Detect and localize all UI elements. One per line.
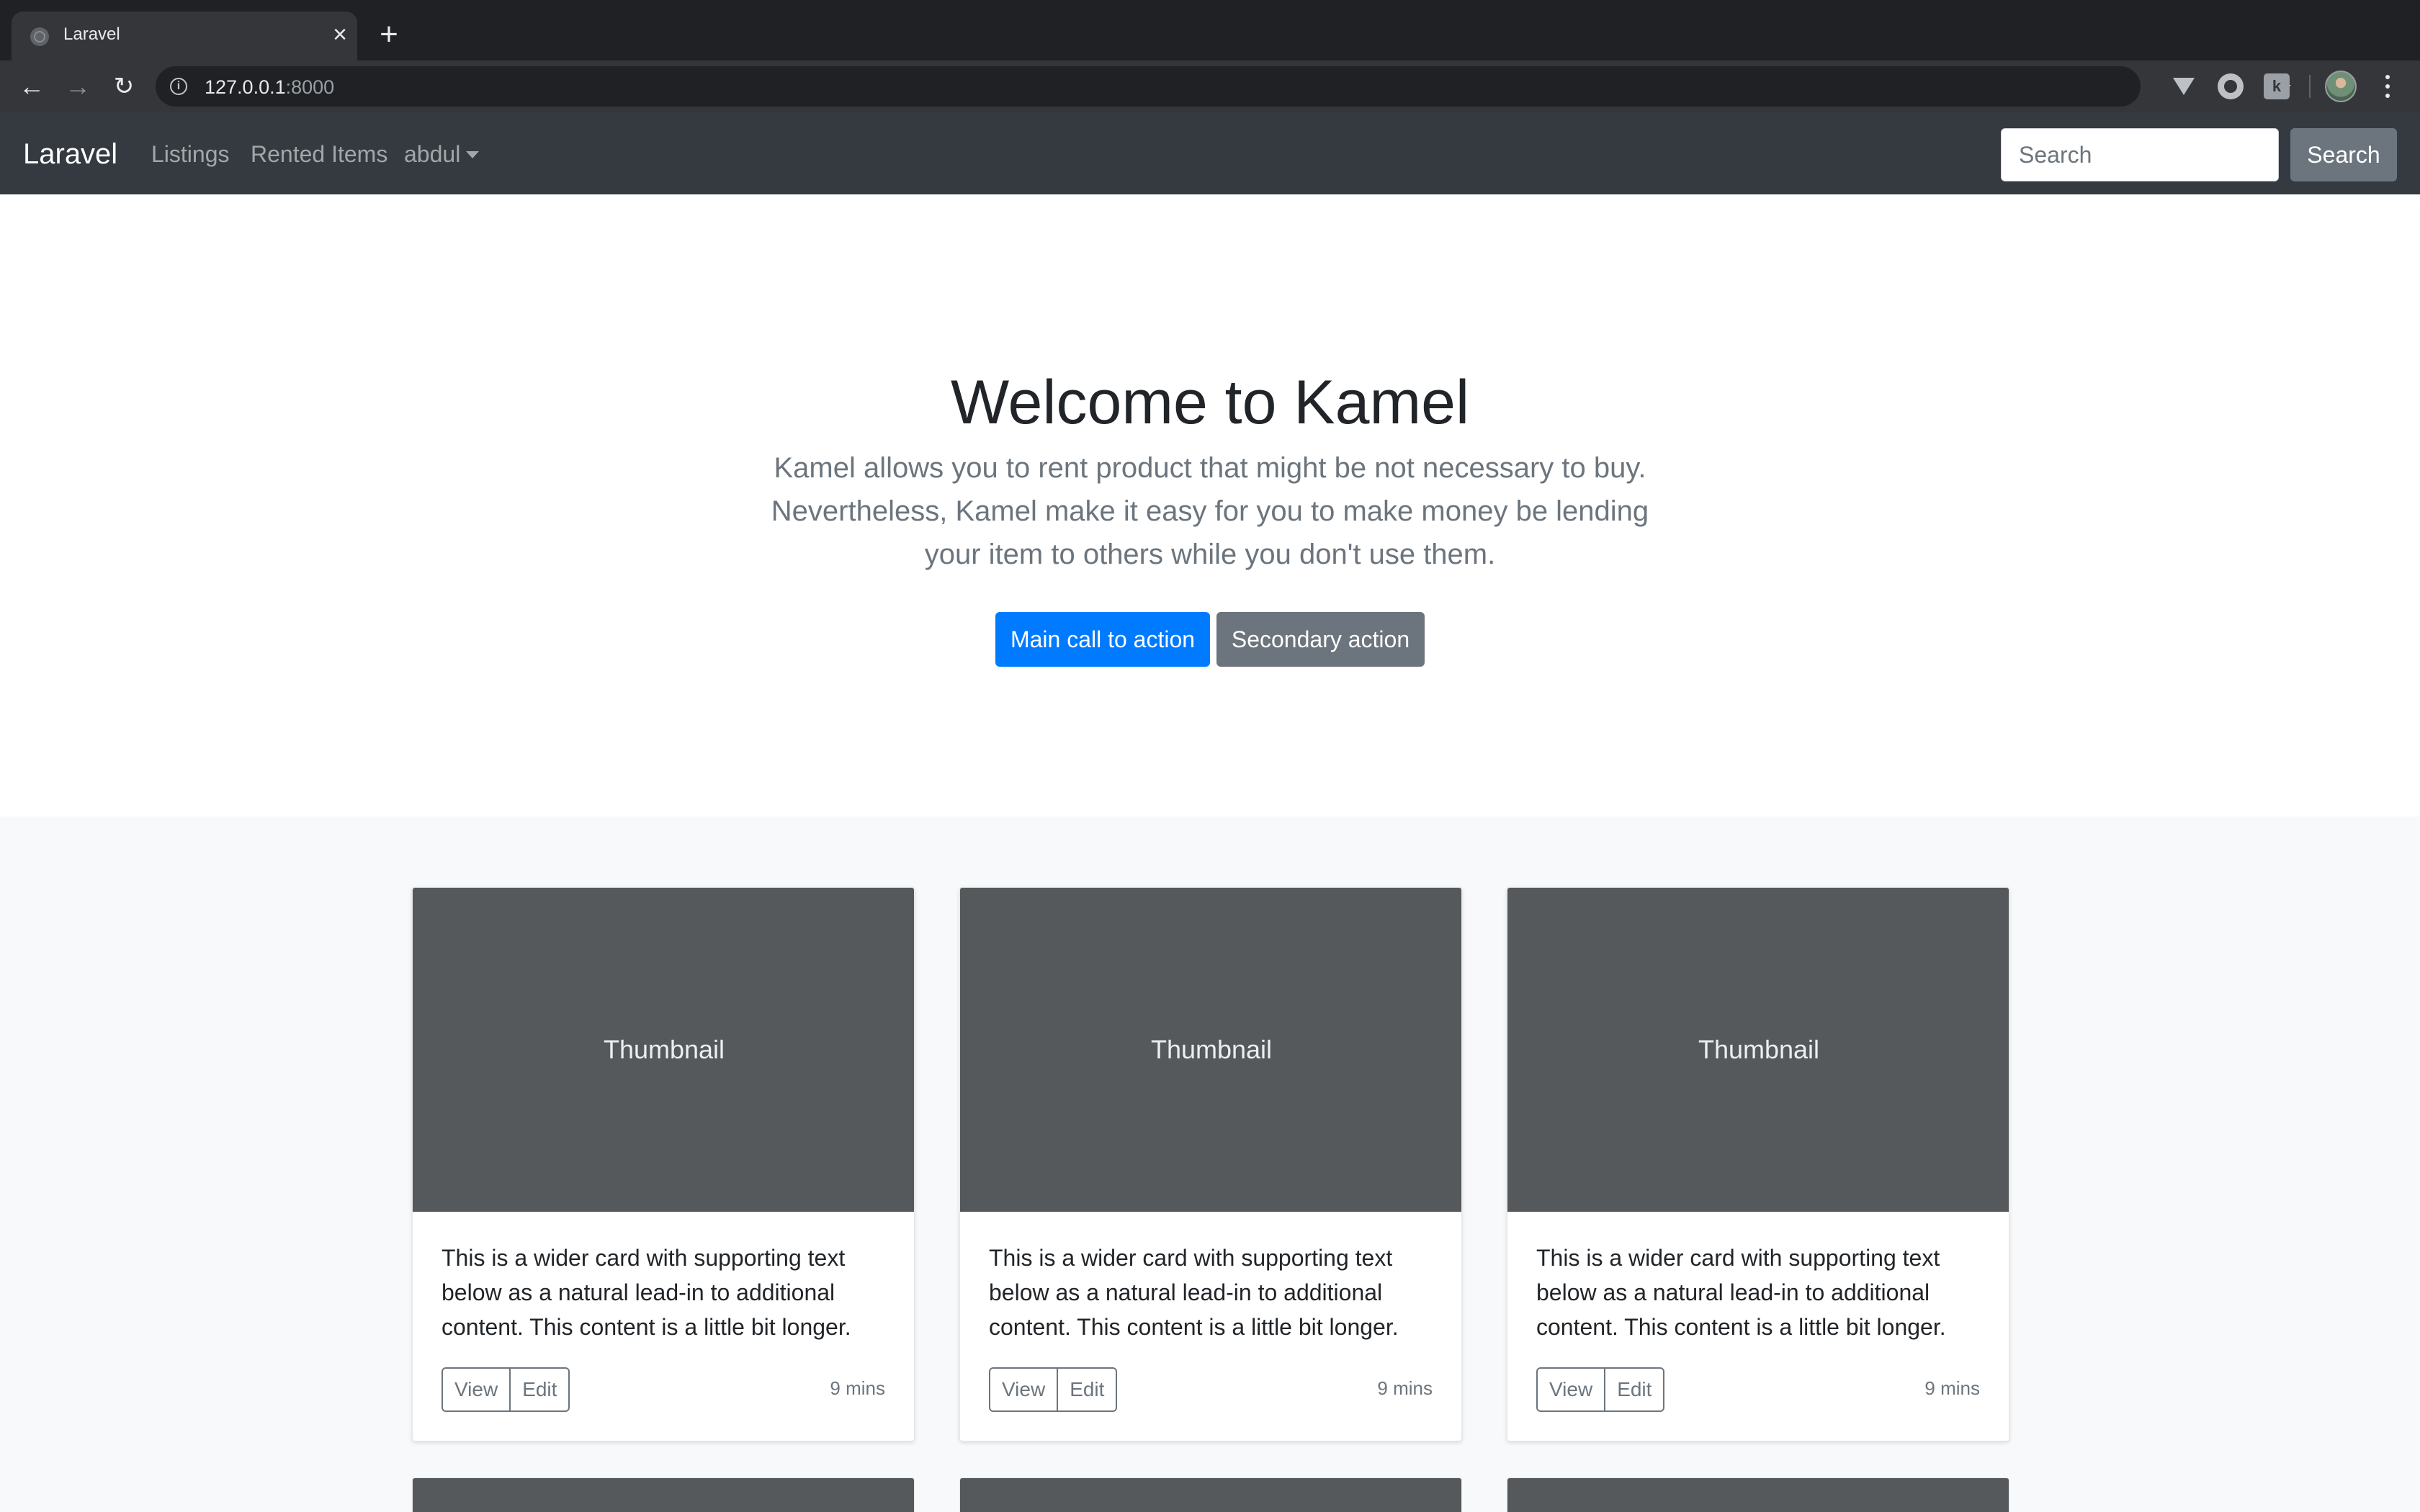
menu-kebab-icon[interactable] xyxy=(2377,72,2398,101)
card-timestamp: 9 mins xyxy=(1924,1377,1980,1399)
close-tab-icon[interactable]: × xyxy=(327,22,353,48)
address-bar[interactable]: i 127.0.0.1:8000 ☆ xyxy=(156,66,2293,107)
card-thumbnail[interactable]: Thumbnail xyxy=(1507,888,2009,1212)
listing-card-thumbnail-partial[interactable] xyxy=(412,1477,915,1512)
card-timestamp: 9 mins xyxy=(1377,1377,1433,1399)
info-icon[interactable]: i xyxy=(170,78,187,95)
nav-link-listings[interactable]: Listings xyxy=(151,141,230,168)
profile-avatar[interactable] xyxy=(2325,71,2357,102)
edit-button[interactable]: Edit xyxy=(509,1367,570,1412)
card-thumbnail[interactable]: Thumbnail xyxy=(960,888,1461,1212)
card-text: This is a wider card with supporting tex… xyxy=(1536,1245,1946,1340)
search-input[interactable] xyxy=(2001,128,2279,181)
thumbnail-label: Thumbnail xyxy=(1698,1035,1820,1064)
nav-link-rented-items[interactable]: Rented Items xyxy=(251,141,387,168)
browser-tab[interactable]: Laravel × xyxy=(12,12,357,60)
listing-card: Thumbnail This is a wider card with supp… xyxy=(1507,887,2009,1441)
thumbnail-label: Thumbnail xyxy=(603,1035,725,1064)
reload-icon[interactable]: ↻ xyxy=(108,71,140,102)
listing-card-thumbnail-partial[interactable] xyxy=(959,1477,1462,1512)
search-button[interactable]: Search xyxy=(2290,128,2397,181)
extension-icon[interactable] xyxy=(2218,73,2244,99)
toolbar-divider xyxy=(2309,75,2311,98)
thumbnail-label: Thumbnail xyxy=(1150,1035,1273,1064)
new-tab-icon[interactable]: + xyxy=(375,19,403,50)
secondary-action-button[interactable]: Secondary action xyxy=(1216,612,1425,667)
card-thumbnail[interactable]: Thumbnail xyxy=(413,888,914,1212)
card-button-group: View Edit xyxy=(1536,1367,1665,1412)
edit-button[interactable]: Edit xyxy=(1604,1367,1665,1412)
navbar-brand[interactable]: Laravel xyxy=(23,138,117,171)
hero-section: Welcome to Kamel Kamel allows you to ren… xyxy=(0,194,2420,816)
translate-extension-icon[interactable]: k xyxy=(2264,73,2290,99)
caret-down-icon xyxy=(466,151,480,158)
tab-title: Laravel xyxy=(63,24,120,44)
view-button[interactable]: View xyxy=(442,1367,511,1412)
card-text: This is a wider card with supporting tex… xyxy=(989,1245,1399,1340)
listing-card-thumbnail-partial[interactable] xyxy=(1507,1477,2009,1512)
view-button[interactable]: View xyxy=(1536,1367,1606,1412)
card-button-group: View Edit xyxy=(442,1367,570,1412)
vue-devtools-extension-icon[interactable] xyxy=(2171,73,2197,99)
listing-card: Thumbnail This is a wider card with supp… xyxy=(959,887,1462,1441)
hero-lead: Kamel allows you to rent product that mi… xyxy=(771,452,1649,570)
user-dropdown[interactable]: abdul xyxy=(404,141,480,168)
listing-card: Thumbnail This is a wider card with supp… xyxy=(412,887,915,1441)
hero-title: Welcome to Kamel xyxy=(950,368,1470,437)
url-text: 127.0.0.1:8000 xyxy=(205,76,335,98)
forward-arrow-icon[interactable]: → xyxy=(62,71,94,102)
card-button-group: View Edit xyxy=(989,1367,1118,1412)
browser-toolbar: ← → ↻ i 127.0.0.1:8000 ☆ xyxy=(0,60,2420,112)
browser-tab-strip: Laravel × + xyxy=(0,0,2420,60)
site-navbar: Laravel Listings Rented Items abdul Sear… xyxy=(0,112,2420,194)
globe-icon xyxy=(30,27,49,46)
back-arrow-icon[interactable]: ← xyxy=(16,71,48,102)
card-timestamp: 9 mins xyxy=(830,1377,885,1399)
main-action-button[interactable]: Main call to action xyxy=(995,612,1210,667)
view-button[interactable]: View xyxy=(989,1367,1059,1412)
edit-button[interactable]: Edit xyxy=(1057,1367,1118,1412)
card-text: This is a wider card with supporting tex… xyxy=(442,1245,851,1340)
